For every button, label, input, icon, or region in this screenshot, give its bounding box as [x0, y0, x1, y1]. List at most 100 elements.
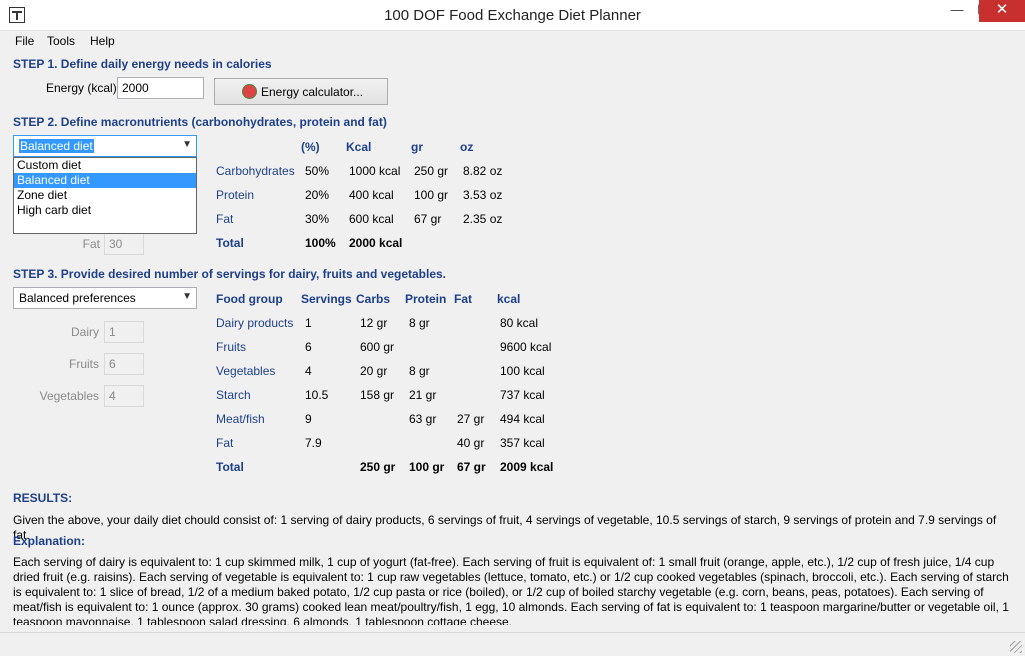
food-row-kcal: 494 kcal [500, 412, 545, 426]
food-row-carbs: 20 gr [360, 364, 388, 378]
step1-heading: STEP 1. Define daily energy needs in cal… [13, 57, 272, 71]
food-row-fat: 40 gr [457, 436, 485, 450]
food-total-fat: 67 gr [457, 460, 486, 474]
dairy-input[interactable]: 1 [104, 321, 144, 343]
diet-option-custom[interactable]: Custom diet [14, 158, 196, 173]
minimize-icon[interactable]: — [944, 0, 970, 22]
macro-row-oz: 3.53 oz [463, 188, 503, 202]
food-row-protein: 8 gr [409, 364, 430, 378]
step2-heading: STEP 2. Define macronutrients (carbonohy… [13, 115, 387, 129]
menu-bar: File Tools Help [0, 31, 1025, 51]
food-row-group: Meat/fish [216, 412, 265, 426]
food-row-group: Starch [216, 388, 251, 402]
calculator-icon [242, 84, 257, 99]
explanation-heading: Explanation: [13, 534, 86, 548]
step3-heading: STEP 3. Provide desired number of servin… [13, 267, 447, 281]
food-row-carbs: 158 gr [360, 388, 395, 402]
food-row-servings: 1 [305, 316, 312, 330]
diet-selected-value: Balanced diet [19, 139, 94, 153]
menu-help[interactable]: Help [90, 34, 115, 48]
vegetables-label: Vegetables [39, 389, 99, 403]
food-row-kcal: 9600 kcal [500, 340, 552, 354]
food-row-servings: 9 [305, 412, 312, 426]
food-row-protein: 8 gr [409, 316, 430, 330]
energy-calculator-button[interactable]: Energy calculator... [214, 78, 388, 105]
close-icon[interactable]: ✕ [979, 0, 1025, 22]
macro-row-label: Protein [216, 188, 255, 202]
results-heading: RESULTS: [13, 491, 73, 505]
macro-header-kcal: Kcal [346, 140, 372, 154]
macro-row-oz: 8.82 oz [463, 164, 503, 178]
food-row-kcal: 737 kcal [500, 388, 545, 402]
menu-file[interactable]: File [15, 34, 34, 48]
food-row-protein: 63 gr [409, 412, 437, 426]
diet-dropdown-list: Custom diet Balanced diet Zone diet High… [13, 157, 197, 234]
food-total-carbs: 250 gr [360, 460, 396, 474]
food-header-carbs: Carbs [356, 292, 391, 306]
food-row-servings: 7.9 [305, 436, 322, 450]
food-row-kcal: 357 kcal [500, 436, 545, 450]
dairy-label: Dairy [70, 325, 99, 339]
food-row-kcal: 100 kcal [500, 364, 545, 378]
menu-tools[interactable]: Tools [47, 34, 75, 48]
macro-row-gr: 67 gr [414, 212, 442, 226]
macro-row-kcal: 400 kcal [349, 188, 394, 202]
macro-row-kcal: 1000 kcal [349, 164, 401, 178]
preferences-selected-value: Balanced preferences [19, 291, 136, 305]
fruits-label: Fruits [69, 357, 99, 371]
macro-row-pct: 30% [305, 212, 330, 226]
energy-label: Energy (kcal) [46, 81, 117, 95]
chevron-down-icon: ▼ [182, 291, 192, 302]
food-row-protein: 21 gr [409, 388, 437, 402]
food-row-fat: 27 gr [457, 412, 485, 426]
food-row-group: Fat [216, 436, 234, 450]
food-total-protein: 100 gr [409, 460, 445, 474]
energy-input[interactable]: 2000 [117, 77, 204, 99]
food-row-servings: 10.5 [305, 388, 329, 402]
vegetables-input[interactable]: 4 [104, 385, 144, 407]
food-header-fat: Fat [454, 292, 472, 306]
fat-pct-input[interactable]: 30 [104, 233, 144, 255]
title-bar: 100 DOF Food Exchange Diet Planner — ☐ ✕ [0, 0, 1025, 31]
food-row-carbs: 600 gr [360, 340, 395, 354]
fruits-input[interactable]: 6 [104, 353, 144, 375]
macro-header-gr: gr [411, 140, 423, 154]
macro-row-pct: 50% [305, 164, 330, 178]
fat-pct-label: Fat [82, 237, 100, 251]
macro-row-label: Fat [216, 212, 234, 226]
food-header-servings: Servings [301, 292, 352, 306]
food-row-group: Fruits [216, 340, 246, 354]
diet-option-balanced[interactable]: Balanced diet [14, 173, 196, 188]
macro-total-label: Total [216, 236, 244, 250]
resize-grip-icon[interactable] [1010, 641, 1022, 653]
food-row-group: Vegetables [216, 364, 276, 378]
food-row-servings: 4 [305, 364, 312, 378]
diet-option-high-carb[interactable]: High carb diet [14, 203, 196, 218]
macro-total-kcal: 2000 kcal [349, 236, 403, 250]
energy-calculator-label: Energy calculator... [261, 85, 364, 99]
macro-row-oz: 2.35 oz [463, 212, 503, 226]
food-row-carbs: 12 gr [360, 316, 388, 330]
food-total-kcal: 2009 kcal [500, 460, 554, 474]
macro-header-pct: (%) [301, 140, 320, 154]
results-text: Given the above, your daily diet chould … [13, 513, 997, 542]
diet-option-zone[interactable]: Zone diet [14, 188, 196, 203]
diet-select[interactable]: Balanced diet ▼ [13, 135, 197, 157]
food-header-kcal: kcal [497, 292, 521, 306]
food-row-servings: 6 [305, 340, 312, 354]
macro-header-oz: oz [460, 140, 474, 154]
macro-row-gr: 100 gr [414, 188, 449, 202]
macro-row-label: Carbohydrates [216, 164, 295, 178]
window-title: 100 DOF Food Exchange Diet Planner [384, 7, 641, 24]
explanation-text: Each serving of dairy is equivalent to: … [13, 555, 1009, 625]
food-header-group: Food group [216, 292, 283, 306]
food-header-protein: Protein [405, 292, 447, 306]
food-row-group: Dairy products [216, 316, 294, 330]
food-row-kcal: 80 kcal [500, 316, 539, 330]
preferences-select[interactable]: Balanced preferences ▼ [13, 287, 197, 309]
macro-row-gr: 250 gr [414, 164, 449, 178]
status-bar [0, 632, 1025, 656]
food-total-label: Total [216, 460, 244, 474]
macro-row-kcal: 600 kcal [349, 212, 394, 226]
macro-row-pct: 20% [305, 188, 330, 202]
